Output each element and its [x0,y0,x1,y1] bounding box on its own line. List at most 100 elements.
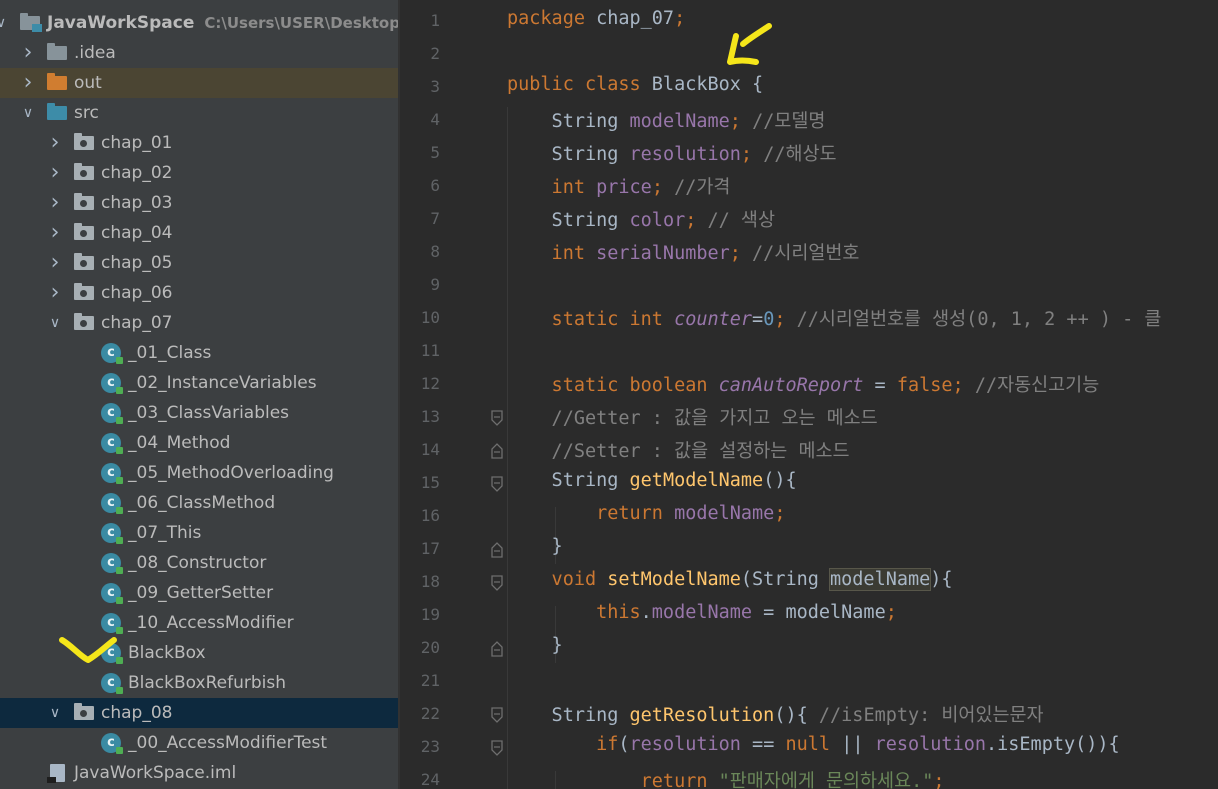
tree-item-class[interactable]: c _03_ClassVariables [0,398,398,428]
tree-item-label: _07_This [128,523,202,543]
tree-item-label: _04_Method [128,433,231,453]
fold-marker-icon[interactable] [491,443,503,459]
code-token: serialNumber [596,243,730,264]
tree-item[interactable]: › chap_04 [0,218,398,248]
code-line[interactable]: //Setter : 값을 설정하는 메소드 [507,437,850,463]
code-token: static int [507,309,675,330]
chevron-right-icon[interactable]: › [20,68,36,98]
code-token: // 색상 [707,210,775,231]
tree-item[interactable]: › chap_06 [0,278,398,308]
tree-item-root[interactable]: ∨ JavaWorkSpace C:\Users\USER\Desktop [0,8,398,38]
tree-item-class[interactable]: c _05_MethodOverloading [0,458,398,488]
code-token: = [752,309,764,330]
chevron-right-icon[interactable]: › [47,158,63,188]
java-class-icon: c [101,403,123,424]
fold-marker-icon[interactable] [491,740,503,756]
code-token: 0 [763,309,775,330]
chevron-down-icon[interactable]: ∨ [47,308,63,338]
code-line[interactable]: static int counter=0; //시리얼번호를 생성(0, 1, … [507,305,1162,331]
chevron-right-icon[interactable]: › [47,188,63,218]
tree-item[interactable]: › chap_03 [0,188,398,218]
line-number: 3 [430,77,440,96]
code-editor[interactable]: 1 package chap_07; 2 3 public class BlackBox… [400,0,1218,789]
code-line[interactable]: void setModelName(String modelName){ [507,569,953,590]
code-line[interactable]: public class BlackBox { [507,74,763,95]
code-token: ; [774,503,786,524]
tree-item[interactable]: › out [0,68,398,98]
code-line[interactable]: String getResolution(){ //isEmpty: 비어있는문… [507,701,1044,727]
tree-item-label: BlackBoxRefurbish [128,673,286,693]
java-class-icon: c [101,523,123,544]
code-token: } [507,536,563,557]
tree-item-label: _10_AccessModifier [128,613,294,633]
line-number: 1 [430,11,440,30]
fold-marker-icon[interactable] [491,575,503,591]
line-number: 2 [430,44,440,63]
code-line[interactable]: package chap_07; [507,8,685,29]
chevron-right-icon[interactable]: › [47,278,63,308]
tree-item[interactable]: › chap_02 [0,158,398,188]
code-token: null [785,734,842,755]
tree-item[interactable]: ∨ chap_07 [0,308,398,338]
chevron-down-icon[interactable]: ∨ [20,98,36,128]
code-line[interactable]: String getModelName(){ [507,470,797,491]
line-number: 14 [420,440,440,459]
tree-item-class[interactable]: c _04_Method [0,428,398,458]
package-icon [74,253,94,270]
folder-icon [47,43,67,60]
code-line[interactable]: int serialNumber; //시리얼번호 [507,239,860,265]
fold-marker-icon[interactable] [491,410,503,426]
fold-marker-icon[interactable] [491,641,503,657]
fold-marker-icon[interactable] [491,476,503,492]
tree-item-class[interactable]: c _06_ClassMethod [0,488,398,518]
tree-item[interactable]: › chap_01 [0,128,398,158]
tree-item-class[interactable]: c _09_GetterSetter [0,578,398,608]
annotation-checkmark-editor [727,23,772,65]
code-line[interactable]: int price; //가격 [507,173,731,199]
tree-item-class[interactable]: c _08_Constructor [0,548,398,578]
code-token: //자동신고기능 [974,375,1100,396]
line-number: 9 [430,275,440,294]
code-token: ; [774,309,797,330]
code-token: ; [674,8,686,29]
code-line[interactable]: } [507,536,563,557]
tree-item-class[interactable]: c BlackBoxRefurbish [0,668,398,698]
chevron-right-icon[interactable]: › [20,38,36,68]
code-line[interactable]: return modelName; [507,503,785,524]
tree-item[interactable]: › chap_05 [0,248,398,278]
chevron-right-icon[interactable]: › [47,218,63,248]
tree-item-class[interactable]: c _02_InstanceVariables [0,368,398,398]
tree-item[interactable]: JavaWorkSpace.iml [0,758,398,788]
fold-marker-icon[interactable] [491,542,503,558]
code-token: getModelName [629,470,764,491]
line-number: 4 [430,110,440,129]
code-token: "판매자에게 문의하세요." [718,771,934,789]
tree-item[interactable]: ∨ chap_08 [0,698,398,728]
project-tree-panel: ∨ JavaWorkSpace C:\Users\USER\Desktop › .ide… [0,0,398,789]
chevron-right-icon[interactable]: › [47,128,63,158]
code-token: //해상도 [763,144,837,165]
fold-marker-icon[interactable] [491,707,503,723]
java-class-icon: c [101,733,123,754]
tree-item-class[interactable]: c _07_This [0,518,398,548]
code-line[interactable]: String resolution; //해상도 [507,140,837,166]
tree-item[interactable]: ∨ src [0,98,398,128]
code-line[interactable]: if(resolution == null || resolution.isEm… [507,734,1120,755]
code-line[interactable]: //Getter : 값을 가지고 오는 메소드 [507,404,878,430]
code-line[interactable]: String color; // 색상 [507,206,775,232]
code-token: ; [729,243,753,264]
code-line[interactable]: this.modelName = modelName; [507,602,897,623]
chevron-down-icon[interactable]: ∨ [47,698,63,728]
code-line[interactable]: static boolean canAutoReport = false; //… [507,371,1100,397]
code-line[interactable]: return "판매자에게 문의하세요."; [507,767,945,789]
tree-item-class[interactable]: c _01_Class [0,338,398,368]
code-token: ; [729,111,753,132]
chevron-right-icon[interactable]: › [47,248,63,278]
code-line[interactable]: String modelName; //모델명 [507,107,826,133]
code-line[interactable]: } [507,635,563,656]
chevron-down-icon[interactable]: ∨ [0,8,9,38]
tree-item-class[interactable]: c _00_AccessModifierTest [0,728,398,758]
code-token: (){ [763,470,797,491]
tree-item[interactable]: › .idea [0,38,398,68]
code-token: || [841,734,875,755]
